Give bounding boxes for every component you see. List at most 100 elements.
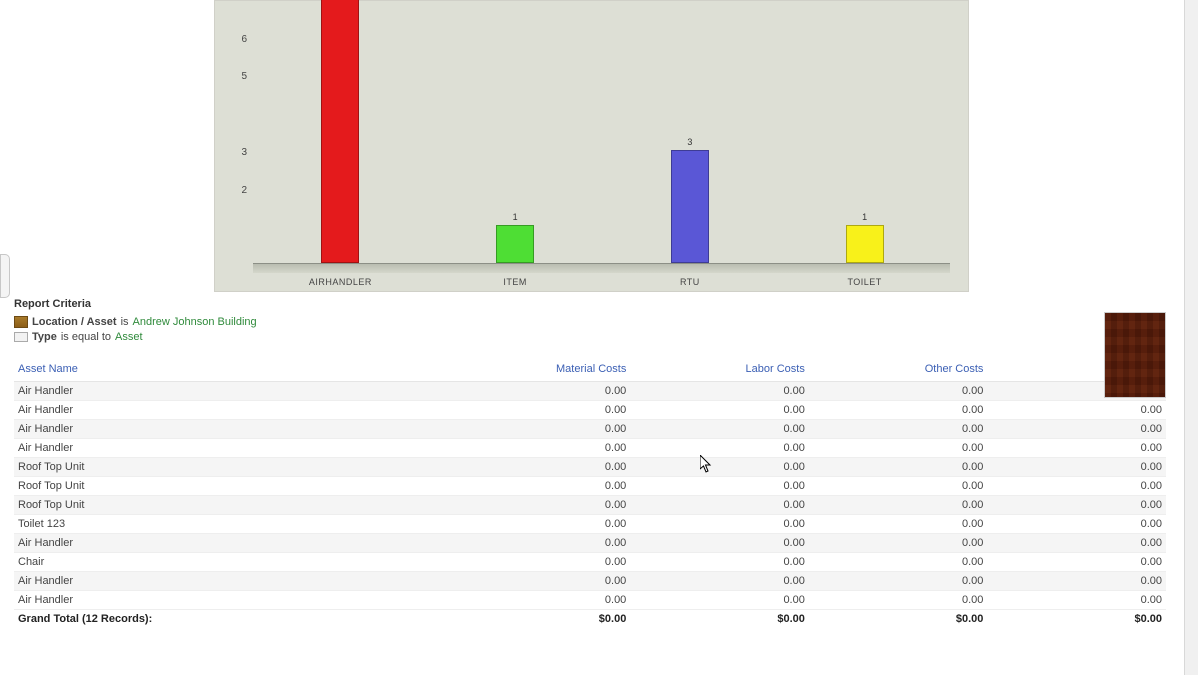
cell-material: 0.00 — [452, 439, 631, 458]
report-criteria-panel: Report Criteria Location / Asset is Andr… — [14, 298, 1166, 343]
cell-other: 0.00 — [809, 439, 988, 458]
table-row[interactable]: Roof Top Unit0.000.000.000.00 — [14, 477, 1166, 496]
cell-labor: 0.00 — [630, 401, 809, 420]
cell-material: 0.00 — [452, 572, 631, 591]
table-row[interactable]: Air Handler0.000.000.000.00 — [14, 572, 1166, 591]
cell-material: 0.00 — [452, 401, 631, 420]
table-row[interactable]: Air Handler0.000.000.000.00 — [14, 401, 1166, 420]
y-tick: 2 — [215, 185, 247, 196]
grand-total-labor: $0.00 — [630, 610, 809, 629]
cell-other: 0.00 — [809, 496, 988, 515]
report-criteria-heading: Report Criteria — [14, 298, 1166, 310]
y-tick: 3 — [215, 147, 247, 158]
cell-name: Air Handler — [14, 420, 452, 439]
col-header-asset-name[interactable]: Asset Name — [14, 359, 452, 382]
y-tick: 5 — [215, 71, 247, 82]
cell-name: Air Handler — [14, 439, 452, 458]
cell-total: 0.00 — [987, 458, 1166, 477]
cell-name: Air Handler — [14, 401, 452, 420]
grand-total-material: $0.00 — [452, 610, 631, 629]
bar-value-label: 1 — [497, 212, 533, 222]
cell-name: Air Handler — [14, 591, 452, 610]
table-row[interactable]: Air Handler0.000.000.000.00 — [14, 534, 1166, 553]
cell-other: 0.00 — [809, 553, 988, 572]
table-row[interactable]: Toilet 1230.000.000.000.00 — [14, 515, 1166, 534]
criteria-operator: is — [121, 316, 129, 328]
cell-labor: 0.00 — [630, 553, 809, 572]
table-row[interactable]: Air Handler0.000.000.000.00 — [14, 591, 1166, 610]
grand-total-label: Grand Total (12 Records): — [14, 610, 452, 629]
cell-material: 0.00 — [452, 382, 631, 401]
cell-total: 0.00 — [987, 439, 1166, 458]
table-row[interactable]: Chair0.000.000.000.00 — [14, 553, 1166, 572]
cell-labor: 0.00 — [630, 458, 809, 477]
table-row[interactable]: Air Handler0.000.000.000.00 — [14, 439, 1166, 458]
cell-other: 0.00 — [809, 420, 988, 439]
cell-labor: 0.00 — [630, 496, 809, 515]
cell-labor: 0.00 — [630, 534, 809, 553]
criteria-value-link[interactable]: Asset — [115, 331, 143, 343]
table-row[interactable]: Roof Top Unit0.000.000.000.00 — [14, 496, 1166, 515]
table-row[interactable]: Air Handler0.000.000.000.00 — [14, 382, 1166, 401]
cell-total: 0.00 — [987, 496, 1166, 515]
table-row[interactable]: Air Handler0.000.000.000.00 — [14, 420, 1166, 439]
criteria-value-link[interactable]: Andrew Johnson Building — [133, 316, 257, 328]
cell-total: 0.00 — [987, 420, 1166, 439]
cell-material: 0.00 — [452, 496, 631, 515]
bar-value-label: 3 — [672, 137, 708, 147]
cell-other: 0.00 — [809, 515, 988, 534]
cell-other: 0.00 — [809, 477, 988, 496]
cell-material: 0.00 — [452, 515, 631, 534]
cell-name: Roof Top Unit — [14, 477, 452, 496]
cell-other: 0.00 — [809, 534, 988, 553]
vertical-scrollbar[interactable] — [1184, 0, 1198, 675]
x-label: ITEM — [465, 277, 565, 287]
criteria-row: Type is equal to Asset — [14, 331, 1166, 343]
cell-total: 0.00 — [987, 401, 1166, 420]
cell-name: Air Handler — [14, 572, 452, 591]
col-header-other-costs[interactable]: Other Costs — [809, 359, 988, 382]
criteria-operator: is equal to — [61, 331, 111, 343]
cell-total: 0.00 — [987, 553, 1166, 572]
bar-airhandler[interactable]: 7 — [321, 0, 359, 263]
cell-name: Roof Top Unit — [14, 458, 452, 477]
cell-name: Toilet 123 — [14, 515, 452, 534]
cell-other: 0.00 — [809, 458, 988, 477]
col-header-labor-costs[interactable]: Labor Costs — [630, 359, 809, 382]
asset-cost-table: Asset Name Material Costs Labor Costs Ot… — [14, 359, 1166, 628]
location-thumbnail-image — [1104, 312, 1166, 398]
cell-labor: 0.00 — [630, 382, 809, 401]
cell-material: 0.00 — [452, 420, 631, 439]
bar-toilet[interactable]: 1 — [846, 225, 884, 263]
cell-other: 0.00 — [809, 382, 988, 401]
bar-item[interactable]: 1 — [496, 225, 534, 263]
asset-count-bar-chart: 7131 2356 AIRHANDLERITEMRTUTOILET — [214, 0, 969, 292]
cell-material: 0.00 — [452, 591, 631, 610]
cell-labor: 0.00 — [630, 477, 809, 496]
cell-total: 0.00 — [987, 534, 1166, 553]
cell-total: 0.00 — [987, 591, 1166, 610]
bar-value-label: 1 — [847, 212, 883, 222]
cell-other: 0.00 — [809, 591, 988, 610]
cell-labor: 0.00 — [630, 572, 809, 591]
criteria-field-label: Location / Asset — [32, 316, 117, 328]
grand-total-total: $0.00 — [987, 610, 1166, 629]
cell-labor: 0.00 — [630, 591, 809, 610]
table-row[interactable]: Roof Top Unit0.000.000.000.00 — [14, 458, 1166, 477]
cell-total: 0.00 — [987, 572, 1166, 591]
cell-material: 0.00 — [452, 534, 631, 553]
cell-material: 0.00 — [452, 553, 631, 572]
criteria-field-label: Type — [32, 331, 57, 343]
y-tick: 6 — [215, 34, 247, 45]
cell-labor: 0.00 — [630, 439, 809, 458]
x-label: AIRHANDLER — [290, 277, 390, 287]
cell-other: 0.00 — [809, 572, 988, 591]
cell-material: 0.00 — [452, 458, 631, 477]
collapsed-side-tab[interactable] — [0, 254, 10, 298]
col-header-material-costs[interactable]: Material Costs — [452, 359, 631, 382]
chart-floor — [253, 263, 950, 273]
cell-labor: 0.00 — [630, 515, 809, 534]
bar-rtu[interactable]: 3 — [671, 150, 709, 263]
cell-other: 0.00 — [809, 401, 988, 420]
cell-labor: 0.00 — [630, 420, 809, 439]
